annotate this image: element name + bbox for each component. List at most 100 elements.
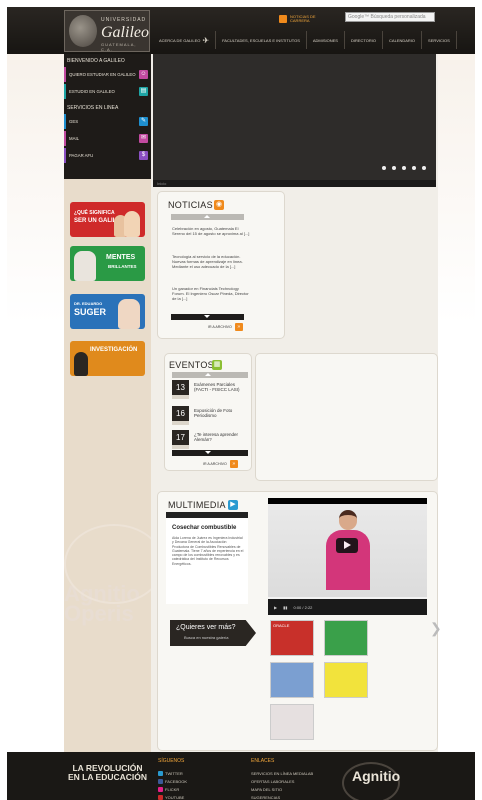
archive-icon: » [234, 323, 243, 331]
nav-item-admisiones[interactable]: ADMISIONES [307, 31, 345, 49]
menu-item-label: GES [69, 119, 79, 124]
nav-label: DIRECTORIO [350, 37, 377, 43]
flickr-icon [158, 787, 163, 792]
scroll-up-button[interactable] [172, 372, 248, 378]
university-logo[interactable]: UNIVERSIDAD Galileo GUATEMALA, C.A. [64, 10, 150, 52]
pause-icon[interactable]: ▮▮ [283, 605, 287, 610]
nav-item-acerca[interactable]: ACERCA DE GALILEO ✈ [153, 31, 217, 49]
youtube-icon [158, 795, 163, 800]
menu-item-estudio[interactable]: ESTUDIO EN GALILEO ▤ [64, 84, 151, 99]
scroll-down-button[interactable] [172, 450, 248, 456]
link-label: FLICKR [165, 787, 180, 792]
scroll-down-button[interactable] [171, 314, 244, 320]
archive-icon: » [229, 460, 238, 468]
archive-label: IR A ARCHIVO [203, 462, 227, 466]
flickr-link[interactable]: FLICKR [158, 787, 179, 792]
footer-link[interactable]: OFERTAS LABORALES [251, 779, 294, 784]
scroll-up-button[interactable] [171, 214, 244, 220]
play-icon[interactable]: ▶ [228, 500, 238, 510]
banner-line2: SUGER [74, 307, 107, 317]
slider-dot[interactable] [422, 166, 426, 170]
multimedia-title: MULTIMEDIA [168, 500, 226, 510]
presenter-head [339, 510, 357, 530]
logo-name: Galileo [101, 24, 149, 41]
breadcrumb[interactable]: Inicio [153, 180, 436, 187]
slider-dot[interactable] [402, 166, 406, 170]
watermark-emblem-icon [64, 524, 164, 604]
menu-item-ges[interactable]: GES ✎ [64, 114, 151, 129]
youtube-link[interactable]: YOUTUBE [158, 795, 184, 800]
slider-dot[interactable] [412, 166, 416, 170]
hero-slider[interactable] [153, 54, 436, 180]
search-input[interactable]: Google™ Búsqueda personalizada [345, 12, 435, 22]
video-thumbnail[interactable] [270, 704, 314, 740]
rss-icon[interactable]: ◉ [214, 200, 224, 210]
events-archive-link[interactable]: IR A ARCHIVO » [203, 460, 238, 468]
banner-que-significa[interactable]: ¿QUÉ SIGNIFICA SER UN GALILEO? [70, 202, 145, 237]
slider-dot[interactable] [392, 166, 396, 170]
event-item[interactable]: 17 ¿Te interesa aprender Alemán? [172, 430, 248, 450]
event-date: 17 [172, 430, 189, 449]
mail-icon: ✉ [139, 134, 148, 143]
multimedia-panel: MULTIMEDIA ▶ Cosechar combustible Aida L… [157, 491, 442, 751]
event-title: Exámenes Parciales (FACTI - FISICC LASI) [194, 382, 240, 392]
footer-link[interactable]: SERVICIOS EN LÍNEA MEDIALAB [251, 771, 313, 776]
video-thumbnail[interactable] [324, 620, 368, 656]
event-item[interactable]: 16 Exposición de Foto Periodismo [172, 406, 248, 426]
video-thumbnail[interactable]: ORACLE [270, 620, 314, 656]
footer-link[interactable]: SUGERENCIAS [251, 795, 280, 800]
header-badge-label: NOTICIAS DE CARRERA [290, 14, 316, 23]
payment-icon: $ [139, 151, 148, 160]
footer: LA REVOLUCIÓN EN LA EDUCACIÓN SÍGUENOS T… [7, 752, 475, 800]
nav-item-facultades[interactable]: FACULTADES, ESCUELAS E INSTITUTOS [216, 31, 307, 49]
nav-item-directorio[interactable]: DIRECTORIO [345, 31, 384, 49]
banner-mentes-brillantes[interactable]: MENTES BRILLANTES [70, 246, 145, 281]
person-photo [118, 299, 140, 329]
video-time: 0:00 / 2:22 [293, 604, 313, 610]
left-menu: BIENVENIDO A GALILEO QUIERO ESTUDIAR EN … [64, 54, 151, 179]
menu-item-pagar[interactable]: PAGAR AFU $ [64, 148, 151, 163]
video-controls[interactable]: ▶ ▮▮ 0:00 / 2:22 [268, 599, 427, 615]
facebook-icon [158, 779, 163, 784]
empty-panel [255, 353, 438, 481]
video-description-card: Cosechar combustible Aida Lorena de Juár… [166, 512, 248, 604]
video-player[interactable]: ▶ ▮▮ 0:00 / 2:22 [268, 498, 427, 615]
archive-label: IR A ARCHIVO [208, 325, 232, 329]
header-news-badge[interactable]: NOTICIAS DE CARRERA [279, 15, 328, 23]
banner-line1: DR. EDUARDO [74, 301, 103, 306]
thumbnail-label: ORACLE [273, 623, 290, 628]
logo-subtitle: GUATEMALA, C.A. [101, 42, 137, 52]
left-column: BIENVENIDO A GALILEO QUIERO ESTUDIAR EN … [64, 54, 164, 754]
menu-item-mail[interactable]: MAIL ✉ [64, 131, 151, 146]
slogan-line2: EN LA EDUCACIÓN [67, 772, 148, 782]
person-photo [124, 211, 140, 237]
facebook-link[interactable]: FACEBOOK [158, 779, 187, 784]
event-item[interactable]: 13 Exámenes Parciales (FACTI - FISICC LA… [172, 380, 248, 400]
video-thumbnail[interactable] [270, 662, 314, 698]
twitter-link[interactable]: TWITTER [158, 771, 183, 776]
banner-investigacion[interactable]: INVESTIGACIÓN [70, 341, 145, 376]
link-label: TWITTER [165, 771, 183, 776]
nav-label: CALENDARIO [389, 37, 416, 43]
play-control-icon[interactable]: ▶ [274, 605, 277, 610]
twitter-icon [158, 771, 163, 776]
menu-item-quiero-estudiar[interactable]: QUIERO ESTUDIAR EN GALILEO ☺ [64, 67, 151, 82]
news-item[interactable]: Un ganador en Financials Technology Foru… [172, 286, 252, 301]
nav-item-calendario[interactable]: CALENDARIO [383, 31, 423, 49]
chevron-right-icon[interactable]: ❯ [430, 620, 442, 637]
gallery-link-button[interactable]: ¿Quieres ver más? Busca en nuestra galer… [170, 620, 256, 646]
banner-eduardo-suger[interactable]: DR. EDUARDO SUGER [70, 294, 145, 329]
footer-link[interactable]: MAPA DEL SITIO [251, 787, 282, 792]
news-item[interactable]: Tecnología al servicio de la educación. … [172, 254, 252, 269]
link-label: YOUTUBE [165, 795, 185, 800]
event-date: 16 [172, 406, 189, 425]
nav-item-servicios[interactable]: SERVICIOS [422, 31, 457, 49]
banner-line1: MENTES [106, 254, 136, 261]
video-thumbnail[interactable] [324, 662, 368, 698]
play-button[interactable] [336, 538, 358, 553]
slider-dot[interactable] [382, 166, 386, 170]
calendar-icon[interactable]: ▦ [212, 360, 222, 370]
news-item[interactable]: Celebración en agosto, Guatemala El Sere… [172, 226, 252, 236]
rss-icon [279, 15, 287, 23]
news-archive-link[interactable]: IR A ARCHIVO » [208, 323, 243, 331]
